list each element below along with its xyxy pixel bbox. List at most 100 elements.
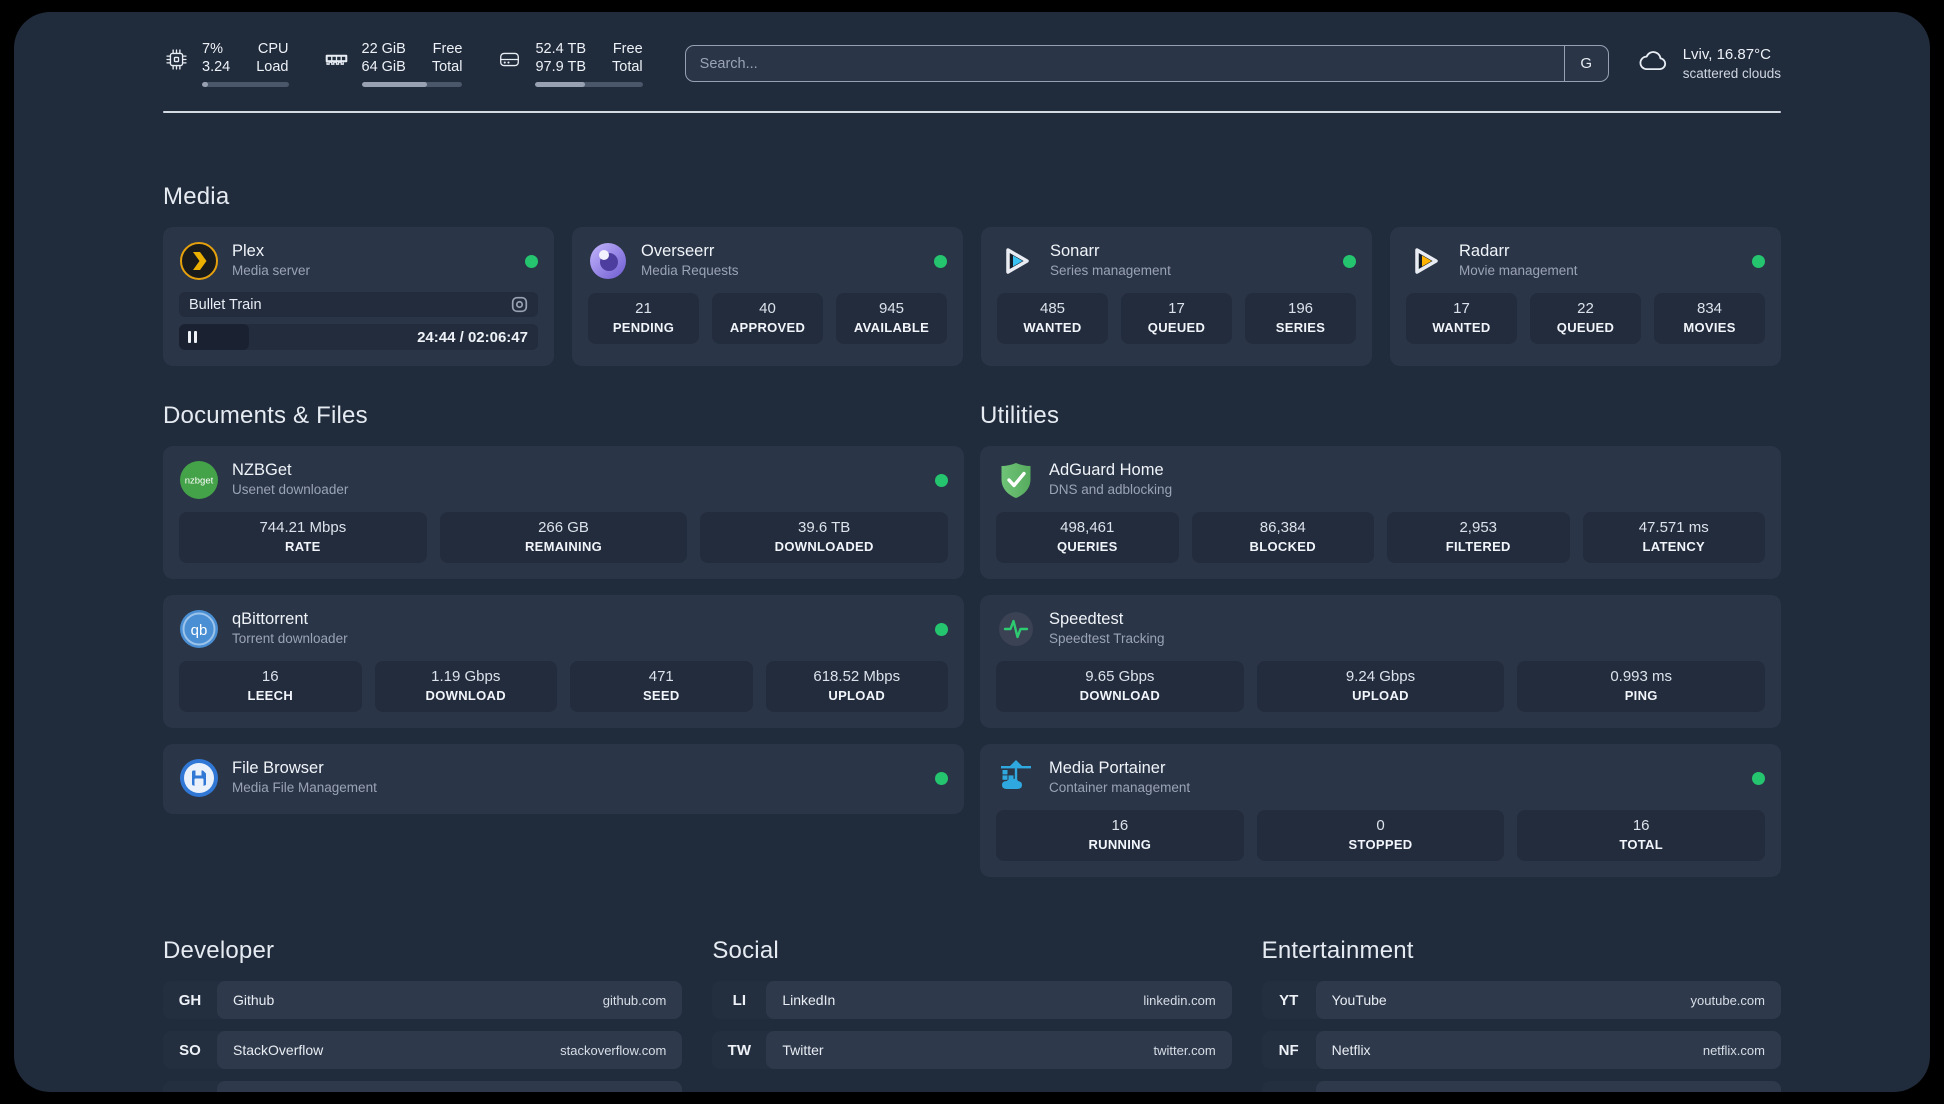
app-description: Media File Management xyxy=(232,780,377,795)
search-input[interactable] xyxy=(685,46,1564,81)
radarr-icon xyxy=(1406,241,1446,281)
cpu-stat: 7% 3.24 CPU Load xyxy=(163,40,289,87)
link-stackoverflow[interactable]: SO StackOverflow stackoverflow.com xyxy=(163,1031,683,1069)
sonarr-icon xyxy=(997,241,1037,281)
app-name: Speedtest xyxy=(1049,610,1124,628)
now-playing-title: Bullet Train xyxy=(189,296,262,313)
status-dot xyxy=(1343,254,1356,268)
stat-upload: 618.52 Mbps UPLOAD xyxy=(765,661,948,712)
app-card-filebrowser[interactable]: File Browser Media File Management xyxy=(163,744,964,814)
app-description: Usenet downloader xyxy=(232,482,349,497)
cpu-load-value: 3.24 xyxy=(202,59,231,75)
stat-remaining: 266 GB REMAINING xyxy=(439,512,688,563)
status-dot xyxy=(1752,771,1765,785)
app-card-portainer[interactable]: Media Portainer Container management 16 … xyxy=(980,744,1781,877)
weather-widget: Lviv, 16.87°C scattered clouds xyxy=(1635,43,1781,84)
search-engine-button[interactable]: G xyxy=(1563,46,1608,81)
stat-total: 16 TOTAL xyxy=(1517,810,1766,861)
stat-ping: 0.993 ms PING xyxy=(1517,661,1766,712)
netflix-abbr-icon: NF xyxy=(1278,1041,1299,1059)
memory-total-label: Total xyxy=(431,59,463,75)
stat-pending: 21 PENDING xyxy=(588,293,699,344)
status-dot xyxy=(934,254,947,268)
svg-text:qb: qb xyxy=(191,622,208,639)
nzbget-icon: nzbget xyxy=(179,460,219,500)
app-name: Plex xyxy=(232,242,265,260)
disk-free-label: Free xyxy=(612,41,643,57)
link-github[interactable]: GH Github github.com xyxy=(163,981,683,1019)
weather-location-temp: Lviv, 16.87°C xyxy=(1682,45,1771,63)
app-name: qBittorrent xyxy=(232,610,309,628)
cloud-icon xyxy=(1635,43,1671,84)
header-divider xyxy=(163,111,1781,113)
stackoverflow-abbr-icon: SO xyxy=(179,1041,201,1059)
memory-progress-bar xyxy=(361,82,463,87)
app-card-speedtest[interactable]: Speedtest Speedtest Tracking 9.65 Gbps D… xyxy=(980,595,1781,728)
portainer-icon xyxy=(996,758,1036,798)
app-card-radarr[interactable]: Radarr Movie management 17 WANTED 22 QUE… xyxy=(1390,227,1781,366)
cpu-percent: 7% xyxy=(202,41,223,57)
link-youtube[interactable]: YT YouTube youtube.com xyxy=(1261,981,1781,1019)
app-description: Torrent downloader xyxy=(232,631,348,646)
app-card-qbittorrent[interactable]: qb qBittorrent Torrent downloader 16 LEE… xyxy=(163,595,964,728)
app-name: Radarr xyxy=(1459,242,1510,260)
link-netflix[interactable]: NF Netflix netflix.com xyxy=(1261,1031,1781,1069)
stat-rate: 744.21 Mbps RATE xyxy=(179,512,427,563)
memory-icon xyxy=(323,46,350,78)
stat-queued: 17 QUEUED xyxy=(1121,293,1232,344)
app-description: Speedtest Tracking xyxy=(1049,631,1165,646)
pause-icon[interactable] xyxy=(188,331,197,343)
app-name: Sonarr xyxy=(1050,242,1100,260)
app-card-adguard[interactable]: AdGuard Home DNS and adblocking 498,461 … xyxy=(980,446,1781,579)
link-dev[interactable]: DT DEV dev.to xyxy=(163,1081,683,1093)
link-reddit[interactable]: RE Reddit reddit.com xyxy=(1261,1081,1781,1092)
status-dot xyxy=(525,254,538,268)
app-name: NZBGet xyxy=(232,461,292,479)
app-card-overseerr[interactable]: Overseerr Media Requests 21 PENDING 40 A… xyxy=(572,227,963,366)
qbittorrent-icon: qb xyxy=(179,609,219,649)
developer-section: Developer GH Github github.com SO StackO… xyxy=(163,937,683,1093)
cpu-label: CPU xyxy=(257,41,289,57)
app-description: Series management xyxy=(1050,263,1171,278)
section-title-utilities: Utilities xyxy=(980,402,1060,429)
memory-free-value: 22 GiB xyxy=(361,41,406,57)
app-name: Overseerr xyxy=(641,242,715,260)
playback-time: 24:44 / 02:06:47 xyxy=(417,328,528,346)
cpu-load-label: Load xyxy=(256,59,289,75)
app-name: AdGuard Home xyxy=(1049,461,1164,479)
stat-movies: 834 MOVIES xyxy=(1654,293,1765,344)
system-stats: 7% 3.24 CPU Load 22 GiB 64 GiB Free Tota… xyxy=(163,40,643,87)
section-title-social: Social xyxy=(712,937,779,964)
disk-progress-bar xyxy=(535,82,643,87)
search-bar: G xyxy=(684,45,1609,82)
twitter-abbr-icon: TW xyxy=(727,1041,751,1059)
app-card-nzbget[interactable]: nzbget NZBGet Usenet downloader 744.21 M… xyxy=(163,446,964,579)
link-linkedin[interactable]: LI LinkedIn linkedin.com xyxy=(712,981,1232,1019)
disk-icon xyxy=(496,46,523,78)
app-card-plex[interactable]: Plex Media server Bullet Train 24:44 / 0… xyxy=(163,227,554,366)
stat-approved: 40 APPROVED xyxy=(712,293,823,344)
weather-condition: scattered clouds xyxy=(1682,65,1781,81)
stat-upload: 9.24 Gbps UPLOAD xyxy=(1256,661,1505,712)
app-description: Container management xyxy=(1049,780,1191,795)
stat-latency: 47.571 ms LATENCY xyxy=(1582,512,1765,563)
status-dot xyxy=(935,622,948,636)
app-card-sonarr[interactable]: Sonarr Series management 485 WANTED 17 Q… xyxy=(981,227,1372,366)
link-twitter[interactable]: TW Twitter twitter.com xyxy=(712,1031,1232,1069)
playback-progress-bar: 24:44 / 02:06:47 xyxy=(179,324,538,350)
section-title-developer: Developer xyxy=(163,937,275,964)
documents-column: Documents & Files nzbget NZBGet Usenet d… xyxy=(163,402,964,814)
svg-text:nzbget: nzbget xyxy=(185,476,214,487)
status-dot xyxy=(1752,254,1765,268)
memory-free-label: Free xyxy=(432,41,463,57)
topbar: 7% 3.24 CPU Load 22 GiB 64 GiB Free Tota… xyxy=(163,40,1781,87)
github-abbr-icon: GH xyxy=(178,991,202,1009)
disk-total-label: Total xyxy=(612,59,643,75)
cpu-progress-bar xyxy=(202,82,289,87)
stat-wanted: 17 WANTED xyxy=(1406,293,1517,344)
section-title-media: Media xyxy=(163,183,230,210)
stat-download: 9.65 Gbps DOWNLOAD xyxy=(996,661,1244,712)
section-title-entertainment: Entertainment xyxy=(1261,937,1414,964)
disk-free-value: 52.4 TB xyxy=(535,41,587,57)
dev-abbr-icon: DT xyxy=(163,1081,217,1093)
